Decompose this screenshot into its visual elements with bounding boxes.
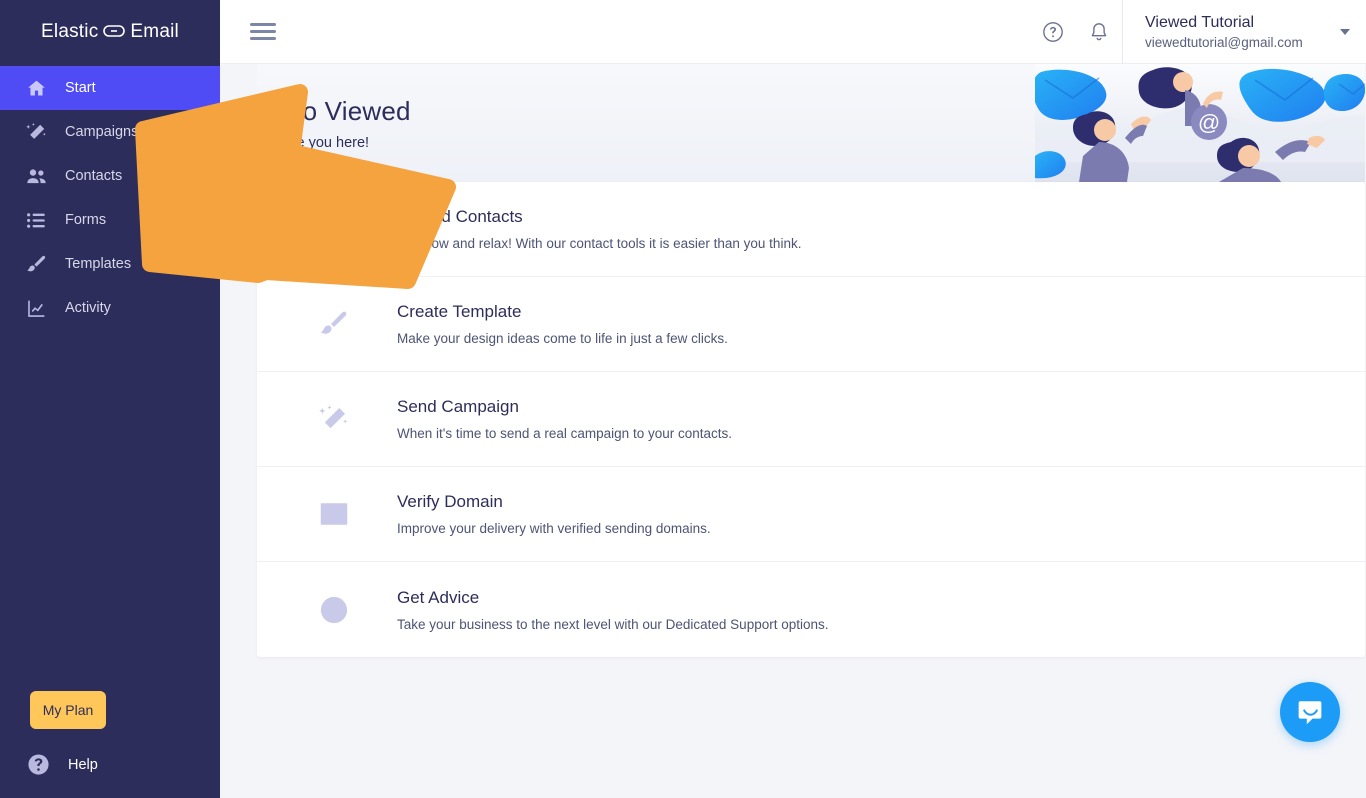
task-body: Upload Contacts ad, grow and relax! With…: [397, 207, 801, 251]
my-plan-button[interactable]: My Plan: [30, 691, 106, 729]
sidebar: Elastic Email Start Campaigns Contacts F…: [0, 0, 220, 798]
home-icon: [25, 77, 47, 99]
task-description: Make your design ideas come to life in j…: [397, 331, 728, 346]
paintbrush-icon: [297, 309, 397, 339]
people-icon: [25, 165, 47, 187]
task-body: Verify Domain Improve your delivery with…: [397, 492, 711, 536]
brand-left-text: Elastic: [41, 21, 99, 42]
sidebar-item-contacts[interactable]: Contacts: [0, 154, 220, 198]
intercom-chat-button[interactable]: [1280, 682, 1340, 742]
task-title: Get Advice: [397, 587, 480, 607]
hamburger-bar: [250, 30, 276, 33]
help-icon-button[interactable]: [1030, 0, 1076, 64]
brand-logo[interactable]: Elastic Email: [0, 0, 220, 64]
app-root: Elastic Email Start Campaigns Contacts F…: [0, 0, 1366, 798]
sidebar-item-label: Campaigns: [65, 124, 139, 140]
user-menu[interactable]: Viewed Tutorial viewedtutorial@gmail.com: [1122, 0, 1366, 64]
task-body: Get Advice Take your business to the nex…: [397, 588, 829, 632]
magic-wand-icon: [25, 121, 47, 143]
task-create-template[interactable]: Create Template Make your design ideas c…: [257, 277, 1365, 372]
welcome-text: Hello Viewed to have you here!: [257, 96, 411, 151]
task-send-campaign[interactable]: Send Campaign When it's time to send a r…: [257, 372, 1365, 467]
user-text: Viewed Tutorial viewedtutorial@gmail.com: [1145, 14, 1303, 50]
question-circle-icon: [27, 753, 50, 776]
notifications-button[interactable]: [1076, 0, 1122, 64]
sidebar-item-forms[interactable]: Forms: [0, 198, 220, 242]
task-description: Take your business to the next level wit…: [397, 616, 829, 632]
sidebar-item-label: Start: [65, 80, 96, 96]
page-title: Hello Viewed: [257, 96, 411, 126]
paintbrush-icon: [25, 253, 47, 275]
sidebar-item-templates[interactable]: Templates: [0, 242, 220, 286]
topbar-right: Viewed Tutorial viewedtutorial@gmail.com: [1030, 0, 1366, 64]
people-waving-email-illustration: @: [1032, 64, 1365, 182]
hamburger-icon[interactable]: [250, 19, 276, 44]
magic-wand-icon: [297, 404, 397, 434]
task-title: Send Campaign: [397, 397, 519, 416]
sidebar-item-start[interactable]: Start: [0, 66, 220, 110]
task-verify-domain[interactable]: Verify Domain Improve your delivery with…: [257, 467, 1365, 562]
main-pane: Viewed Tutorial viewedtutorial@gmail.com…: [220, 0, 1366, 798]
sidebar-nav: Start Campaigns Contacts Forms Templates…: [0, 66, 220, 330]
task-title: Create Template: [397, 302, 522, 321]
task-title: Upload Contacts: [397, 207, 523, 226]
upload-contacts-icon: [297, 214, 397, 244]
hamburger-bar: [250, 23, 276, 26]
topbar: Viewed Tutorial viewedtutorial@gmail.com: [220, 0, 1366, 64]
task-description: ad, grow and relax! With our contact too…: [397, 236, 802, 251]
task-upload-contacts[interactable]: Upload Contacts ad, grow and relax! With…: [257, 182, 1365, 277]
brand-right-text: Email: [130, 21, 179, 42]
loop-icon-svg: [103, 25, 126, 37]
getting-started-card: Upload Contacts ad, grow and relax! With…: [257, 182, 1365, 657]
bell-icon: [1091, 22, 1107, 40]
question-circle-icon: [1043, 21, 1063, 42]
sidebar-item-label: Templates: [65, 256, 132, 272]
sidebar-item-label: Contacts: [65, 168, 123, 184]
chart-line-icon: [25, 297, 47, 319]
task-get-advice[interactable]: Get Advice Take your business to the nex…: [257, 562, 1365, 657]
task-description: When it's time to send a real campaign t…: [397, 426, 732, 441]
browser-window-icon: [297, 499, 397, 529]
question-circle-icon: [297, 595, 397, 625]
list-icon: [25, 209, 47, 231]
task-title: Verify Domain: [397, 492, 503, 511]
task-body: Send Campaign When it's time to send a r…: [397, 397, 732, 441]
intercom-chat-icon: [1298, 701, 1322, 725]
svg-text:@: @: [1198, 110, 1220, 135]
welcome-subtitle: to have you here!: [257, 135, 370, 151]
user-email: viewedtutorial@gmail.com: [1145, 34, 1303, 50]
welcome-banner: Hello Viewed to have you here! @: [257, 64, 1365, 182]
loop-icon: [103, 22, 126, 42]
sidebar-item-campaigns[interactable]: Campaigns: [0, 110, 220, 154]
my-plan-wrap: My Plan: [0, 691, 220, 729]
sidebar-item-label: Activity: [65, 300, 111, 316]
hamburger-bar: [250, 37, 276, 40]
sidebar-item-label: Forms: [65, 212, 107, 228]
chevron-down-icon: [1340, 28, 1350, 35]
sidebar-item-activity[interactable]: Activity: [0, 286, 220, 330]
task-body: Create Template Make your design ideas c…: [397, 302, 728, 346]
task-description: Improve your delivery with verified send…: [397, 521, 711, 536]
user-name: Viewed Tutorial: [1145, 13, 1255, 31]
sidebar-item-help[interactable]: Help: [0, 753, 220, 776]
sidebar-item-label: Help: [68, 756, 98, 773]
